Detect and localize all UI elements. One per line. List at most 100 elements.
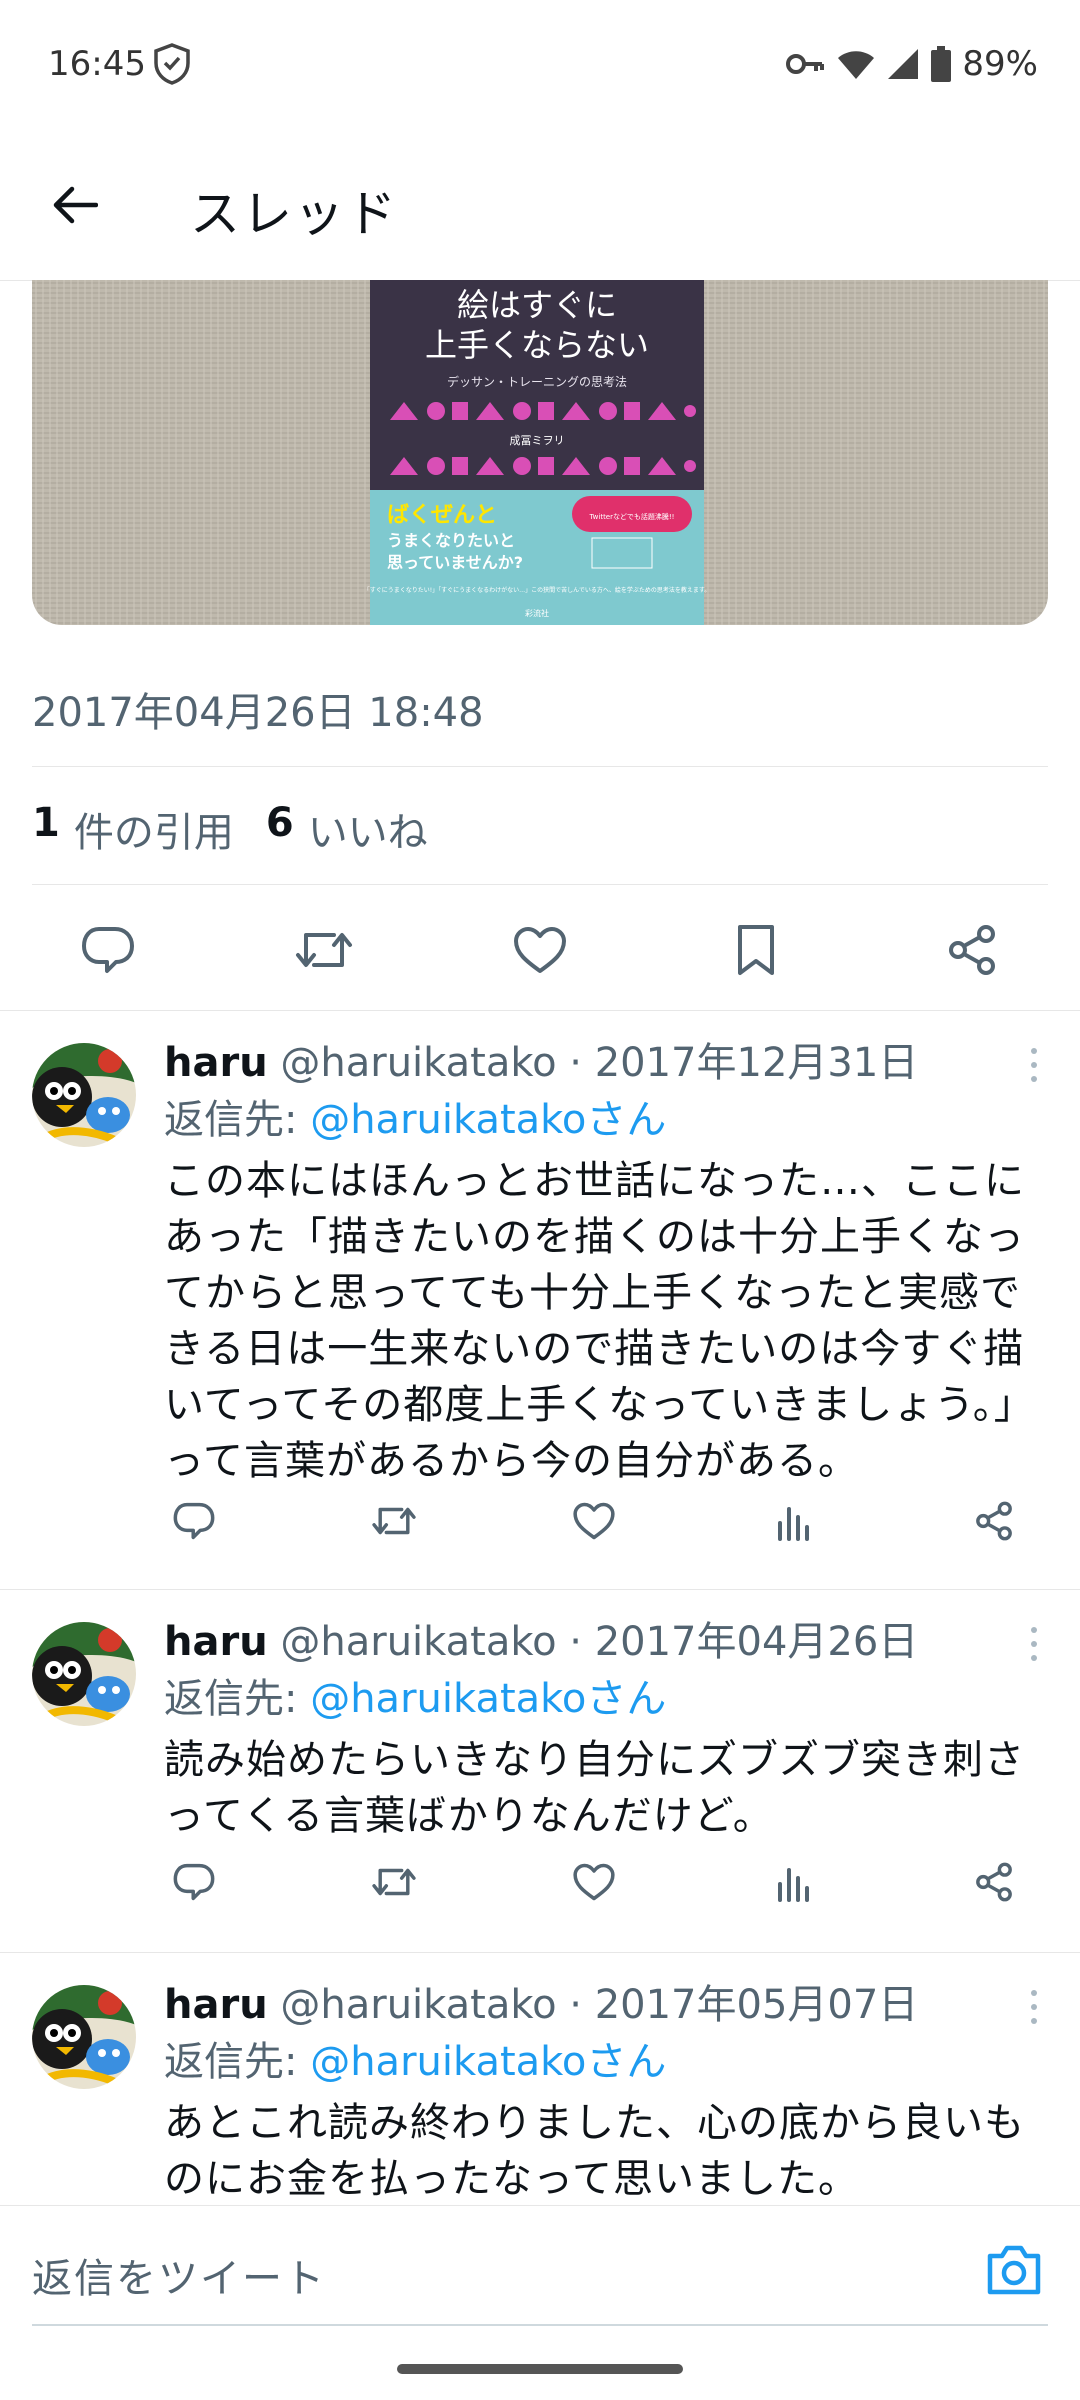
reply-body: haru @haruikatako · 2017年12月31日 返信先: @ha… (164, 1035, 1040, 1489)
retweet-button[interactable] (364, 1491, 424, 1551)
like-label: いいね (307, 810, 428, 856)
key-icon (786, 54, 825, 74)
reply-button[interactable] (164, 1852, 224, 1912)
book-author: 成冨ミヲリ (510, 434, 565, 447)
like-button[interactable] (500, 910, 580, 990)
reply-author-name[interactable]: haru (164, 1040, 268, 1086)
like-button[interactable] (564, 1491, 624, 1551)
reply-to-line: 返信先: @haruikatakoさん (164, 1670, 1040, 1728)
status-bar: 16:45 89% (0, 0, 1080, 130)
reply-header: haru @haruikatako · 2017年05月07日 (164, 1977, 1040, 2033)
reply-date: · 2017年05月07日 (569, 1982, 919, 2028)
reply-tweet[interactable]: haru @haruikatako · 2017年12月31日 返信先: @ha… (0, 1011, 1080, 1590)
reply-date: · 2017年12月31日 (569, 1040, 919, 1086)
reply-handle[interactable]: @haruikatako (280, 1619, 556, 1665)
share-button[interactable] (964, 1491, 1024, 1551)
reply-header: haru @haruikatako · 2017年04月26日 (164, 1614, 1040, 1670)
reply-to-link[interactable]: @haruikatakoさん (310, 1676, 666, 1722)
reply-to-link[interactable]: @haruikatakoさん (310, 1097, 666, 1143)
reply-text: あとこれ読み終わりました、心の底から良いものにお金を払ったなって思いました。 (164, 2100, 1025, 2202)
book-band-line3: 思っていませんか? (387, 553, 523, 572)
more-icon[interactable] (1022, 1045, 1046, 1085)
views-icon (778, 1507, 809, 1541)
reply-tweet[interactable]: haru @haruikatako · 2017年04月26日 返信先: @ha… (0, 1590, 1080, 1953)
retweet-button[interactable] (364, 1852, 424, 1912)
share-icon (949, 925, 995, 975)
book-small-text: 「すぐにうまくなりたい!」「すぐにうまくなるわけがない…」この狭間で苦しんでいる… (364, 586, 711, 594)
reply-actions (164, 1852, 1050, 1912)
views-icon (778, 1868, 809, 1902)
quote-label: 件の引用 (73, 810, 234, 856)
reply-to-label: 返信先: (164, 1097, 298, 1143)
book-publisher: 彩流社 (525, 608, 549, 618)
reply-author-name[interactable]: haru (164, 1982, 268, 2028)
quote-stat[interactable]: 1 件の引用 (32, 800, 234, 858)
avatar[interactable] (32, 1043, 136, 1147)
share-button[interactable] (964, 1852, 1024, 1912)
book-badge: Twitterなどでも話題沸騰!! (589, 512, 675, 521)
divider (32, 884, 1048, 885)
shield-icon (154, 43, 190, 85)
reply-to-line: 返信先: @haruikatakoさん (164, 1091, 1040, 1149)
battery-level: 89% (962, 44, 1038, 84)
reply-author-name[interactable]: haru (164, 1619, 268, 1665)
reply-handle[interactable]: @haruikatako (280, 1982, 556, 2028)
divider (32, 766, 1048, 767)
book-title-line1: 絵はすぐに (457, 286, 617, 324)
reply-icon (82, 927, 134, 973)
quote-count: 1 (32, 800, 60, 846)
back-arrow-icon (53, 186, 98, 224)
more-icon[interactable] (1022, 1624, 1046, 1664)
share-icon (976, 1501, 1012, 1541)
signal-icon (888, 49, 919, 79)
app-bar: スレッド (0, 130, 1080, 281)
avatar[interactable] (32, 1622, 136, 1726)
composer-underline (32, 2324, 1048, 2326)
home-indicator[interactable] (397, 2364, 683, 2374)
reply-composer: 返信をツイート (0, 2205, 1080, 2326)
bookmark-icon (738, 925, 774, 975)
reply-text: 読み始めたらいきなり自分にズブズブ突き刺さってくる言葉ばかりなんだけど。 (164, 1737, 1025, 1839)
wifi-icon (838, 51, 875, 79)
tweet-image[interactable]: 絵はすぐに 上手くならない デッサン・トレーニングの思考法 成冨ミヲリ ばくぜん… (32, 280, 1048, 625)
like-icon (514, 927, 566, 973)
bookmark-button[interactable] (716, 910, 796, 990)
book-subtitle: デッサン・トレーニングの思考法 (447, 374, 627, 389)
battery-icon (931, 46, 952, 82)
reply-button[interactable] (164, 1491, 224, 1551)
reply-handle[interactable]: @haruikatako (280, 1040, 556, 1086)
retweet-icon (372, 1868, 416, 1896)
back-button[interactable] (40, 170, 110, 240)
status-icons: 89% (786, 44, 1038, 84)
reply-to-label: 返信先: (164, 1676, 298, 1722)
views-button[interactable] (764, 1852, 824, 1912)
like-icon (573, 1863, 615, 1901)
reply-to-link[interactable]: @haruikatakoさん (310, 2039, 666, 2085)
like-count: 6 (265, 800, 294, 846)
reply-icon (173, 1863, 215, 1901)
reply-tweet[interactable]: haru @haruikatako · 2017年05月07日 返信先: @ha… (0, 1953, 1080, 2205)
reply-button[interactable] (68, 910, 148, 990)
retweet-icon (296, 933, 352, 967)
retweet-button[interactable] (284, 910, 364, 990)
share-icon (976, 1862, 1012, 1902)
reply-actions (164, 1491, 1050, 1551)
reply-input[interactable]: 返信をツイート (32, 2246, 326, 2304)
reply-icon (173, 1502, 215, 1540)
reply-text: この本にはほんっとお世話になった…、ここにあった「描きたいのを描くのは十分上手く… (164, 1158, 1035, 1484)
book-band-line1: ばくぜんと (387, 503, 497, 528)
tweet-actions (0, 910, 1080, 990)
avatar[interactable] (32, 1985, 136, 2089)
status-time: 16:45 (48, 44, 146, 84)
book-band-line2: うまくなりたいと (387, 531, 515, 550)
camera-icon[interactable] (984, 2242, 1044, 2298)
share-button[interactable] (932, 910, 1012, 990)
views-button[interactable] (764, 1491, 824, 1551)
page-title: スレッド (190, 185, 398, 243)
like-button[interactable] (564, 1852, 624, 1912)
like-icon (573, 1502, 615, 1540)
like-stat[interactable]: 6 いいね (266, 800, 428, 858)
tweet-timestamp: 2017年04月26日 18:48 (32, 690, 484, 736)
tweet-stats: 1 件の引用 6 いいね (32, 800, 460, 858)
more-icon[interactable] (1022, 1987, 1046, 2027)
